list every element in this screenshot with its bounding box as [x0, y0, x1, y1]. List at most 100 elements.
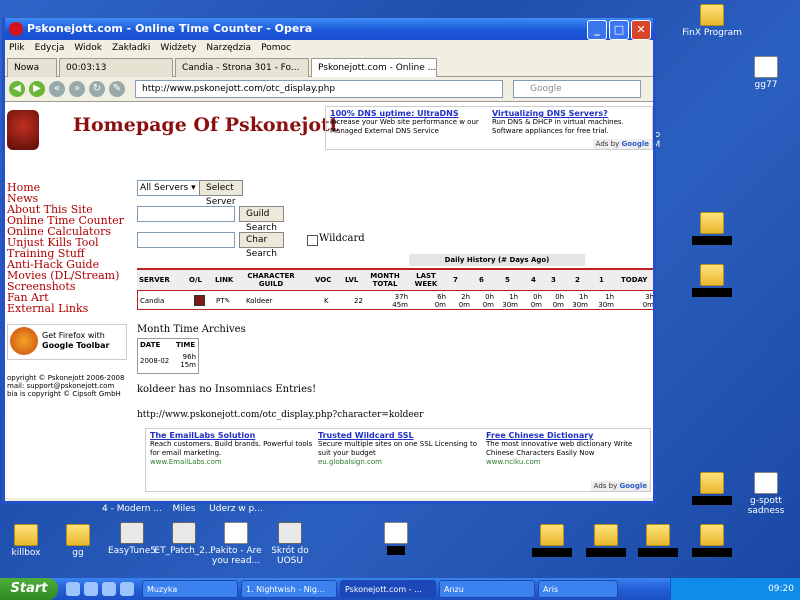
minimize-button[interactable]: _ [587, 20, 607, 40]
firefox-promo[interactable]: Get Firefox with Google Toolbar [7, 324, 127, 360]
offline-status-icon [194, 295, 205, 306]
desktop-redacted-folder-d[interactable] [680, 524, 744, 560]
ad-link[interactable]: Trusted Wildcard SSL [318, 431, 482, 440]
forward-icon[interactable]: ▶ [29, 81, 45, 97]
ad-banner-bottom: The EmailLabs Solution Reach customers. … [145, 428, 651, 492]
close-button[interactable]: ✕ [631, 20, 651, 40]
quick-launch-icon[interactable] [84, 582, 98, 596]
search-input[interactable]: Google [513, 80, 641, 98]
ad-banner-top: 100% DNS uptime: UltraDNS Increase your … [325, 106, 653, 150]
folder-icon [700, 4, 724, 26]
redacted-label [692, 496, 732, 505]
file-icon [754, 56, 778, 78]
title-bar[interactable]: Pskonejott.com - Online Time Counter - O… [5, 18, 653, 40]
back-icon[interactable]: ◀ [9, 81, 25, 97]
redacted-label [692, 288, 732, 297]
character-link[interactable]: PT✎ [216, 297, 230, 305]
start-button[interactable]: Start [0, 578, 58, 600]
archives-title: Month Time Archives [137, 324, 246, 335]
wildcard-checkbox[interactable] [307, 235, 318, 246]
task-muzyka[interactable]: Muzyka [142, 580, 238, 598]
desktop-icon-gg77[interactable]: gg77 [734, 56, 798, 90]
quick-launch-icon[interactable] [102, 582, 116, 596]
opera-icon [9, 22, 23, 36]
menu-edycja[interactable]: Edycja [35, 40, 65, 56]
desktop-folder-redacted-1[interactable] [680, 212, 744, 248]
guild-search-input[interactable] [137, 206, 235, 222]
firefox-icon [10, 327, 38, 355]
guild-search-button[interactable]: Guild Search [239, 206, 284, 233]
task-anzu[interactable]: Anzu [439, 580, 535, 598]
desktop-icon-g-spott[interactable]: g-spott sadness [734, 472, 798, 516]
rewind-icon[interactable]: « [49, 81, 65, 97]
ads-by-google[interactable]: Ads by Google [592, 139, 652, 149]
menu-plik[interactable]: Plik [9, 40, 25, 56]
site-logo [7, 110, 39, 150]
ad-link[interactable]: The EmailLabs Solution [150, 431, 314, 440]
address-input[interactable]: http://www.pskonejott.com/otc_display.ph… [135, 80, 503, 98]
sidebar-nav: Home News About This Site Online Time Co… [7, 182, 124, 314]
desktop-folder-redacted-2[interactable] [680, 264, 744, 300]
folder-icon [646, 524, 670, 546]
select-server-button[interactable]: Select Server [199, 180, 243, 207]
clock[interactable]: 09:20 [768, 584, 794, 594]
installer-icon [172, 522, 196, 544]
edit-icon[interactable]: ✎ [109, 81, 125, 97]
char-search-input[interactable] [137, 232, 235, 248]
desktop-partial-uderz[interactable]: Uderz w p... [204, 504, 268, 514]
character-url: http://www.pskonejott.com/otc_display.ph… [137, 410, 424, 420]
ad-link[interactable]: Virtualizing DNS Servers? [492, 109, 650, 118]
desktop-redacted-doc[interactable] [364, 522, 428, 558]
task-nightwish[interactable]: 1. Nightwish - Nig... [241, 580, 337, 598]
folder-icon [700, 472, 724, 494]
taskbar: Start Muzyka 1. Nightwish - Nig... Pskon… [0, 578, 800, 600]
tab-candia-forum[interactable]: Candia - Strona 301 - Fo... [175, 58, 309, 77]
address-toolbar: ◀ ▶ « » ↻ ✎ http://www.pskonejott.com/ot… [5, 77, 653, 102]
nav-external-links[interactable]: External Links [7, 303, 124, 314]
menu-widzety[interactable]: Widżety [160, 40, 196, 56]
menu-widok[interactable]: Widok [74, 40, 102, 56]
quick-launch-icon[interactable] [120, 582, 134, 596]
site-title: Homepage Of Pskonejott [73, 114, 339, 136]
browser-window: Pskonejott.com - Online Time Counter - O… [2, 18, 656, 504]
desktop-icon-finx[interactable]: FinX Program [680, 4, 744, 38]
tab-pskonejott[interactable]: Pskonejott.com - Online ...✕ [311, 58, 437, 77]
redacted-label [532, 548, 572, 557]
tab-timer[interactable]: 00:03:13 [59, 58, 173, 77]
ads-by-google[interactable]: Ads by Google [590, 481, 650, 491]
tab-bar: Nowa 00:03:13 Candia - Strona 301 - Fo..… [5, 56, 653, 77]
ad-link[interactable]: 100% DNS uptime: UltraDNS [330, 109, 488, 118]
redacted-label [387, 546, 405, 555]
redacted-label [692, 236, 732, 245]
menu-zakladki[interactable]: Zakładki [112, 40, 150, 56]
server-select[interactable]: All Servers ▾ [137, 180, 201, 196]
ad-link[interactable]: Free Chinese Dictionary [486, 431, 650, 440]
menu-pomoc[interactable]: Pomoc [261, 40, 291, 56]
quick-launch [66, 582, 134, 596]
fast-forward-icon[interactable]: » [69, 81, 85, 97]
folder-icon [700, 264, 724, 286]
folder-icon [66, 524, 90, 546]
page-content: Homepage Of Pskonejott 100% DNS uptime: … [5, 102, 653, 498]
char-search-button[interactable]: Char Search [239, 232, 284, 259]
shortcut-icon [278, 522, 302, 544]
task-opera[interactable]: Pskonejott.com - ... [340, 580, 436, 598]
desktop-icon-uosu[interactable]: Skrót do UOSU [258, 522, 322, 566]
folder-icon [594, 524, 618, 546]
menu-narzedzia[interactable]: Narzędzia [206, 40, 251, 56]
document-icon [224, 522, 248, 544]
document-icon [384, 522, 408, 544]
maximize-button[interactable]: □ [609, 20, 629, 40]
menu-bar: Plik Edycja Widok Zakładki Widżety Narzę… [5, 40, 653, 56]
folder-icon [14, 524, 38, 546]
tab-new[interactable]: Nowa [7, 58, 57, 77]
reload-icon[interactable]: ↻ [89, 81, 105, 97]
redacted-label [586, 548, 626, 557]
task-aris[interactable]: Aris [538, 580, 618, 598]
window-title: Pskonejott.com - Online Time Counter - O… [27, 22, 313, 35]
redacted-label [692, 548, 732, 557]
quick-launch-icon[interactable] [66, 582, 80, 596]
file-icon [754, 472, 778, 494]
system-tray: 09:20 [670, 578, 800, 600]
folder-icon [540, 524, 564, 546]
